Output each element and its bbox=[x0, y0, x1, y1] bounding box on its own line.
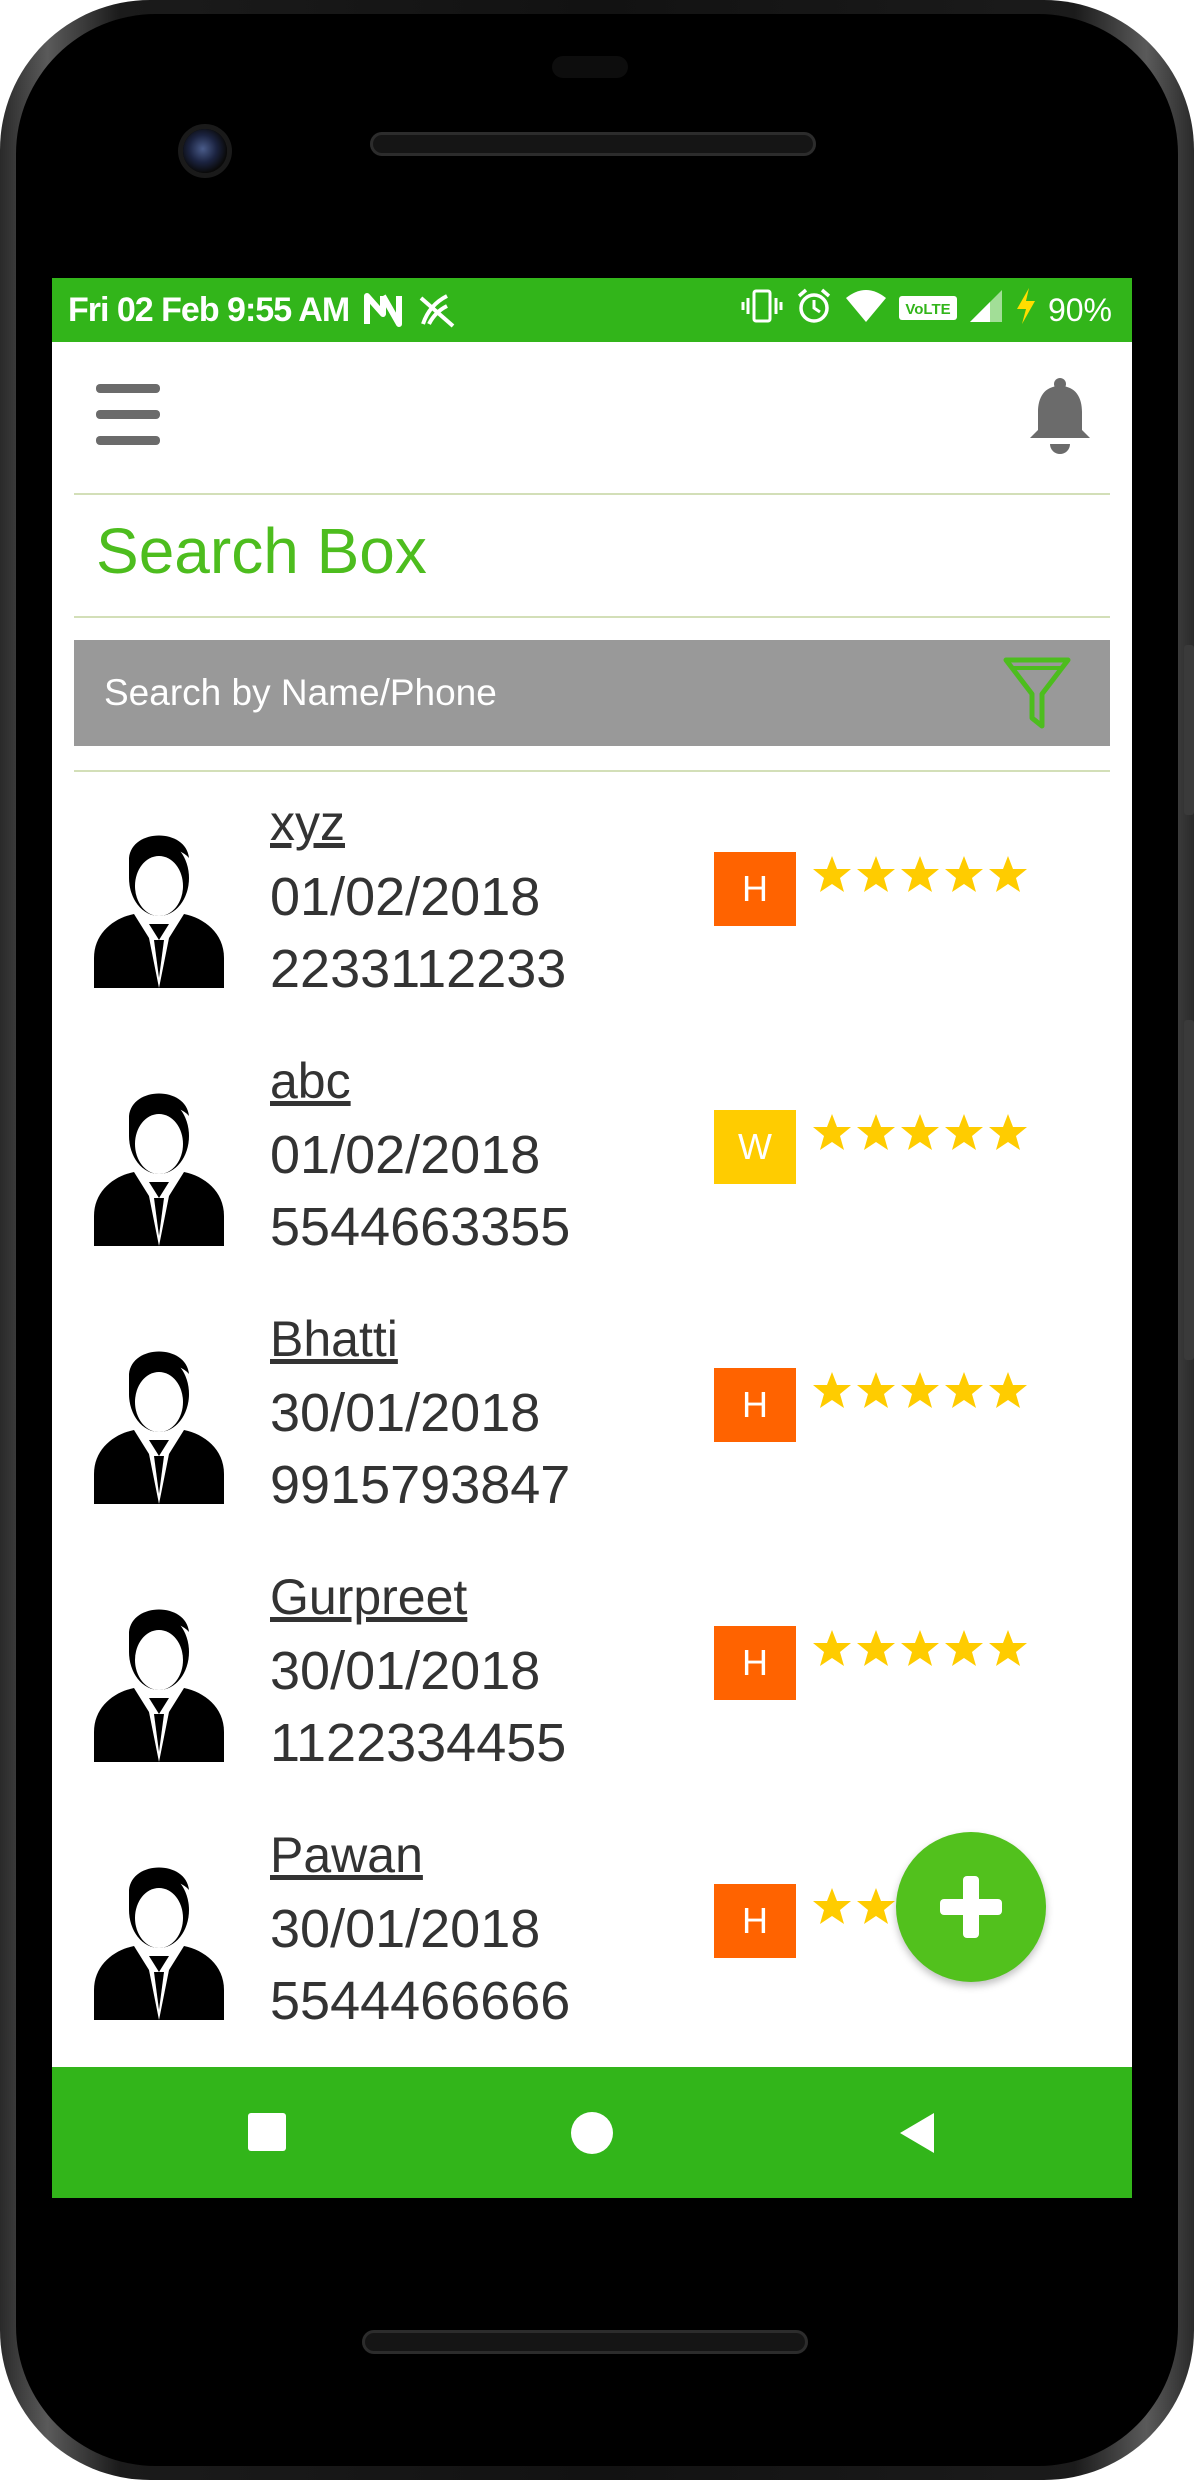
star-icon bbox=[989, 856, 1027, 892]
list-item[interactable]: xyz 01/02/2018 2233112233 H bbox=[52, 788, 1132, 1046]
vibrate-icon bbox=[740, 288, 784, 333]
app-screen: Fri 02 Feb 9:55 AM VoLTE 90% Search Box … bbox=[52, 278, 1132, 2198]
contact-name[interactable]: abc bbox=[270, 1052, 351, 1110]
volume-button bbox=[1184, 1020, 1194, 1360]
earpiece-speaker bbox=[370, 132, 816, 156]
star-icon bbox=[989, 1630, 1027, 1666]
menu-button[interactable] bbox=[96, 384, 160, 445]
list-item[interactable]: Bhatti 30/01/2018 9915793847 H bbox=[52, 1304, 1132, 1562]
star-icon bbox=[857, 1630, 895, 1666]
contact-phone: 9915793847 bbox=[270, 1455, 571, 1515]
back-button[interactable] bbox=[898, 2111, 936, 2159]
bottom-speaker bbox=[362, 2330, 808, 2354]
bell-icon bbox=[1030, 378, 1090, 454]
alarm-icon bbox=[794, 286, 834, 335]
search-input[interactable] bbox=[102, 671, 966, 715]
contact-date: 30/01/2018 bbox=[270, 1899, 541, 1959]
avatar bbox=[94, 1850, 224, 2020]
star-icon bbox=[857, 1372, 895, 1408]
rating-stars bbox=[812, 1370, 1028, 1410]
hamburger-line bbox=[96, 410, 160, 419]
phone-frame: Fri 02 Feb 9:55 AM VoLTE 90% Search Box … bbox=[0, 0, 1194, 2480]
hamburger-line bbox=[96, 436, 160, 445]
star-icon bbox=[945, 1114, 983, 1150]
star-icon bbox=[813, 1888, 851, 1924]
cell-signal-icon bbox=[968, 288, 1004, 333]
power-button bbox=[1184, 645, 1194, 815]
recent-apps-icon bbox=[248, 2113, 286, 2151]
status-time: Fri 02 Feb 9:55 AM bbox=[68, 290, 350, 329]
rating-stars bbox=[812, 1628, 1028, 1668]
navigation-bar bbox=[52, 2067, 1132, 2198]
contact-date: 30/01/2018 bbox=[270, 1641, 541, 1701]
add-contact-button[interactable] bbox=[896, 1832, 1046, 1982]
avatar bbox=[94, 1334, 224, 1504]
rating-stars bbox=[812, 1112, 1028, 1152]
contact-name[interactable]: Gurpreet bbox=[270, 1568, 467, 1626]
contact-date: 01/02/2018 bbox=[270, 1125, 541, 1185]
contact-phone: 2233112233 bbox=[270, 939, 567, 999]
contact-date: 01/02/2018 bbox=[270, 867, 541, 927]
tag-badge: W bbox=[714, 1110, 796, 1184]
recent-apps-button[interactable] bbox=[248, 2113, 286, 2155]
volte-icon: VoLTE bbox=[898, 291, 958, 330]
star-icon bbox=[989, 1114, 1027, 1150]
star-icon bbox=[901, 1372, 939, 1408]
tag-badge: H bbox=[714, 1884, 796, 1958]
tag-badge: H bbox=[714, 1626, 796, 1700]
star-icon bbox=[813, 1630, 851, 1666]
star-icon bbox=[813, 1114, 851, 1150]
contact-date: 30/01/2018 bbox=[270, 1383, 541, 1443]
battery-percent: 90% bbox=[1047, 291, 1112, 328]
contact-phone: 1122334455 bbox=[270, 1713, 567, 1773]
home-button[interactable] bbox=[570, 2111, 614, 2159]
svg-text:VoLTE: VoLTE bbox=[905, 301, 950, 318]
star-icon bbox=[857, 856, 895, 892]
star-icon bbox=[945, 856, 983, 892]
star-icon bbox=[857, 1114, 895, 1150]
back-icon bbox=[900, 2113, 934, 2153]
status-bar: Fri 02 Feb 9:55 AM VoLTE 90% bbox=[52, 278, 1132, 342]
star-icon bbox=[901, 1114, 939, 1150]
search-divider bbox=[74, 770, 1110, 772]
sensor-slot bbox=[552, 56, 628, 78]
star-icon bbox=[857, 1888, 895, 1924]
app-bar bbox=[52, 342, 1132, 492]
contact-name[interactable]: xyz bbox=[270, 794, 345, 852]
filter-button[interactable] bbox=[1002, 654, 1072, 732]
contact-phone: 5544663355 bbox=[270, 1197, 571, 1257]
rating-stars bbox=[812, 854, 1028, 894]
star-icon bbox=[945, 1372, 983, 1408]
avatar bbox=[94, 1076, 224, 1246]
contact-name[interactable]: Bhatti bbox=[270, 1310, 398, 1368]
avatar bbox=[94, 818, 224, 988]
plus-icon bbox=[940, 1876, 1002, 1938]
charging-icon bbox=[1014, 287, 1038, 334]
star-icon bbox=[813, 856, 851, 892]
page-title: Search Box bbox=[96, 515, 427, 587]
star-icon bbox=[813, 1372, 851, 1408]
list-item[interactable]: Gurpreet 30/01/2018 1122334455 H bbox=[52, 1562, 1132, 1820]
notification-button[interactable] bbox=[1024, 376, 1096, 456]
wifi-icon bbox=[844, 288, 888, 333]
hamburger-icon bbox=[96, 384, 160, 393]
contact-phone: 5544466666 bbox=[270, 1971, 571, 2031]
contact-name[interactable]: Pawan bbox=[270, 1826, 423, 1884]
n-notification-icon bbox=[363, 292, 403, 328]
header-divider bbox=[74, 493, 1110, 495]
home-icon bbox=[571, 2112, 613, 2154]
front-camera bbox=[183, 129, 227, 173]
star-icon bbox=[945, 1630, 983, 1666]
tag-badge: H bbox=[714, 852, 796, 926]
star-icon bbox=[901, 1630, 939, 1666]
title-divider bbox=[74, 616, 1110, 618]
filter-icon bbox=[1003, 657, 1071, 729]
search-bar bbox=[74, 640, 1110, 746]
list-item[interactable]: abc 01/02/2018 5544663355 W bbox=[52, 1046, 1132, 1304]
avatar bbox=[94, 1592, 224, 1762]
star-icon bbox=[989, 1372, 1027, 1408]
star-icon bbox=[901, 856, 939, 892]
signal-off-icon bbox=[417, 290, 459, 330]
tag-badge: H bbox=[714, 1368, 796, 1442]
